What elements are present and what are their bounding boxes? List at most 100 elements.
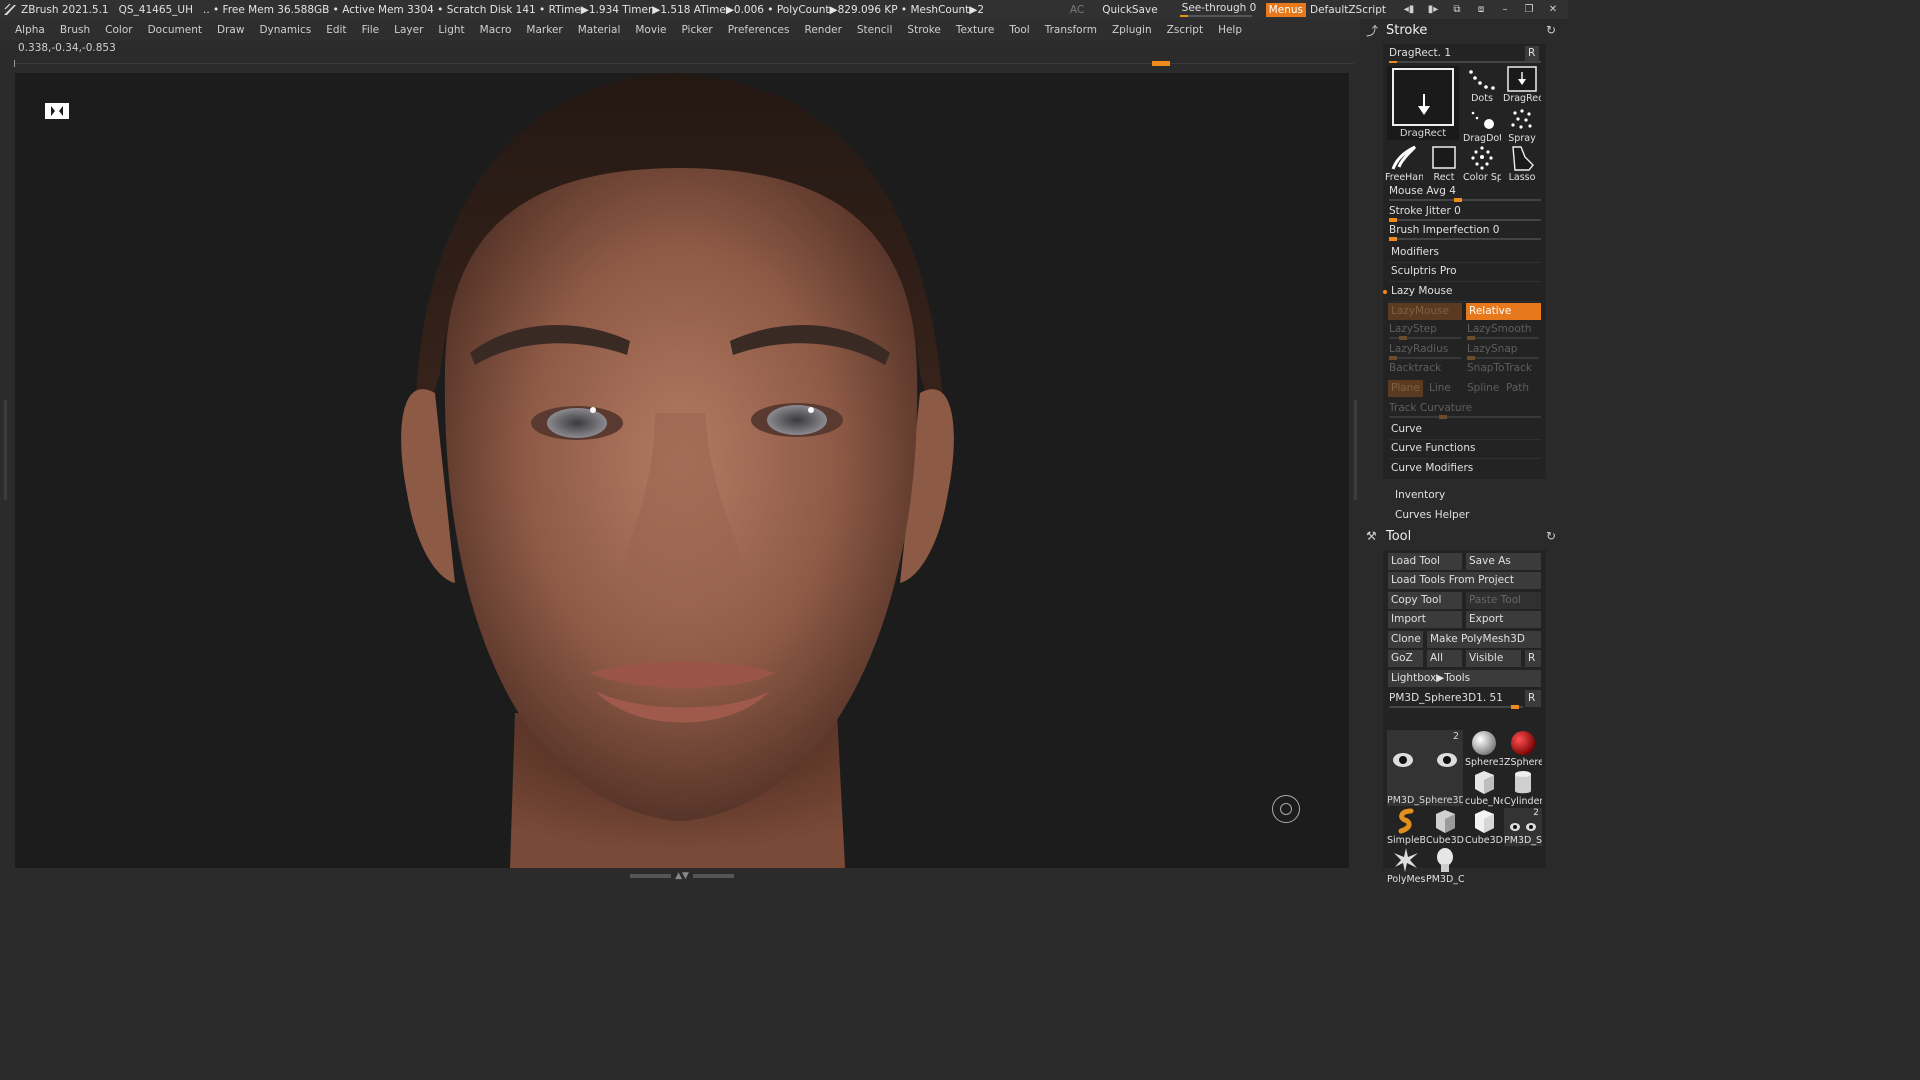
lazyradius-slider[interactable]: LazyRadius <box>1389 341 1461 360</box>
menu-alpha[interactable]: Alpha <box>15 24 45 36</box>
tool-thumb-cube-ne[interactable]: cube_Ne <box>1465 769 1503 807</box>
lazystep-slider[interactable]: LazyStep <box>1389 321 1461 340</box>
ac-toggle[interactable]: AC <box>1070 4 1084 16</box>
path-toggle[interactable]: Path <box>1506 382 1529 394</box>
window-layout-icon[interactable]: ⧉ <box>1448 3 1466 17</box>
lazysnap-slider[interactable]: LazySnap <box>1467 341 1539 360</box>
curve-section[interactable]: Curve <box>1389 421 1541 440</box>
load-tools-from-project-button[interactable]: Load Tools From Project <box>1388 572 1541 589</box>
close-icon[interactable]: ✕ <box>1544 3 1562 17</box>
menu-document[interactable]: Document <box>148 24 202 36</box>
backtrack-toggle[interactable]: Backtrack <box>1389 362 1441 374</box>
stroke-r-button[interactable]: R <box>1525 46 1539 61</box>
menu-file[interactable]: File <box>362 24 380 36</box>
document-canvas[interactable] <box>15 73 1349 868</box>
tool-palette-header[interactable]: ⚒ Tool ↻ <box>1360 525 1568 547</box>
left-tray-handle[interactable] <box>2 400 8 500</box>
paste-tool-button[interactable]: Paste Tool <box>1466 592 1541 609</box>
current-tool-slider[interactable]: PM3D_Sphere3D1. 51 <box>1389 690 1523 709</box>
inventory-palette[interactable]: Inventory <box>1395 489 1445 501</box>
plane-toggle[interactable]: Plane <box>1388 380 1423 397</box>
copy-tool-button[interactable]: Copy Tool <box>1388 592 1462 609</box>
menu-tool[interactable]: Tool <box>1009 24 1029 36</box>
stroke-jitter-slider[interactable]: Stroke Jitter 0 <box>1389 203 1541 222</box>
menu-marker[interactable]: Marker <box>526 24 562 36</box>
line-toggle[interactable]: Line <box>1429 382 1451 394</box>
current-stroke-preview[interactable]: DragRect <box>1387 66 1459 140</box>
stroke-spray[interactable]: Spray <box>1503 106 1541 144</box>
tool-thumb-zsphere[interactable]: ZSphere <box>1504 730 1542 768</box>
tool-thumb-pm3d-c[interactable]: PM3D_C <box>1426 847 1464 885</box>
menu-brush[interactable]: Brush <box>60 24 90 36</box>
menu-dynamics[interactable]: Dynamics <box>259 24 311 36</box>
menu-material[interactable]: Material <box>578 24 621 36</box>
menu-preferences[interactable]: Preferences <box>728 24 790 36</box>
menu-zscript[interactable]: Zscript <box>1167 24 1203 36</box>
goz-button[interactable]: GoZ <box>1388 650 1423 667</box>
menu-help[interactable]: Help <box>1218 24 1242 36</box>
stroke-dragdot[interactable]: DragDot <box>1463 106 1501 144</box>
quicksave-button[interactable]: QuickSave <box>1102 4 1157 16</box>
menu-transform[interactable]: Transform <box>1045 24 1097 36</box>
stroke-rect[interactable]: Rect <box>1425 145 1463 183</box>
tool-thumb-simplebrush[interactable]: SimpleBrush <box>1387 808 1425 846</box>
lazysmooth-slider[interactable]: LazySmooth <box>1467 321 1539 340</box>
lightbox-tools-button[interactable]: Lightbox▶Tools <box>1388 670 1541 687</box>
curve-functions-section[interactable]: Curve Functions <box>1389 440 1541 459</box>
track-curvature-slider[interactable]: Track Curvature <box>1389 400 1541 419</box>
bottom-tray-handle[interactable]: ▲▼ <box>630 871 734 881</box>
curves-helper-palette[interactable]: Curves Helper <box>1395 509 1470 521</box>
tool-thumb-cube3d[interactable]: Cube3D <box>1426 808 1464 846</box>
reset-icon[interactable]: ↻ <box>1546 23 1556 37</box>
goz-all-button[interactable]: All <box>1427 650 1462 667</box>
mouse-avg-slider[interactable]: Mouse Avg 4 <box>1389 183 1541 202</box>
stroke-lasso[interactable]: Lasso <box>1503 145 1541 183</box>
make-polymesh3d-button[interactable]: Make PolyMesh3D <box>1427 631 1541 648</box>
tool-thumb-polymesh3d[interactable]: PolyMesh3D <box>1387 847 1425 885</box>
see-through-slider[interactable]: See-through 0 <box>1178 2 1256 17</box>
tool-r-button[interactable]: R <box>1525 690 1541 707</box>
modifiers-section[interactable]: Modifiers <box>1389 244 1541 263</box>
top-shelf-strip[interactable] <box>14 60 1354 68</box>
clone-button[interactable]: Clone <box>1388 631 1423 648</box>
window-swap-icon[interactable]: ⧈ <box>1472 3 1490 17</box>
goz-r-button[interactable]: R <box>1525 650 1541 667</box>
lazymouse-toggle[interactable]: LazyMouse <box>1388 303 1462 320</box>
stroke-freehand[interactable]: FreeHand <box>1385 145 1423 183</box>
menu-texture[interactable]: Texture <box>956 24 994 36</box>
menu-draw[interactable]: Draw <box>217 24 244 36</box>
tool-thumb-cube3d-2[interactable]: Cube3D <box>1465 808 1503 846</box>
curve-modifiers-section[interactable]: Curve Modifiers <box>1389 460 1541 479</box>
export-button[interactable]: Export <box>1466 611 1541 628</box>
stroke-palette-header[interactable]: ⤴ Stroke ↻ <box>1360 19 1568 41</box>
stroke-color-spray[interactable]: Color Spray <box>1463 145 1501 183</box>
menu-color[interactable]: Color <box>105 24 132 36</box>
reset-icon[interactable]: ↻ <box>1546 529 1556 543</box>
restore-icon[interactable]: ❐ <box>1520 3 1538 17</box>
stroke-dots[interactable]: Dots <box>1463 66 1501 104</box>
menu-macro[interactable]: Macro <box>480 24 512 36</box>
minimize-icon[interactable]: – <box>1496 3 1514 17</box>
spline-toggle[interactable]: Spline <box>1467 382 1499 394</box>
layout-right-icon[interactable]: ▮▸ <box>1424 3 1442 17</box>
relative-toggle[interactable]: Relative <box>1466 303 1541 320</box>
menu-movie[interactable]: Movie <box>635 24 666 36</box>
menu-picker[interactable]: Picker <box>681 24 712 36</box>
tool-thumb-pm3d-s[interactable]: 2 PM3D_S <box>1504 808 1542 846</box>
current-tool-thumbnail[interactable]: 2 PM3D_Sphere3D1 <box>1387 730 1463 806</box>
save-as-button[interactable]: Save As <box>1466 553 1541 570</box>
menu-zplugin[interactable]: Zplugin <box>1112 24 1152 36</box>
menu-edit[interactable]: Edit <box>326 24 346 36</box>
menu-render[interactable]: Render <box>805 24 842 36</box>
perspective-toggle-icon[interactable] <box>43 101 71 121</box>
menu-stroke[interactable]: Stroke <box>907 24 940 36</box>
load-tool-button[interactable]: Load Tool <box>1388 553 1462 570</box>
menu-light[interactable]: Light <box>438 24 464 36</box>
tool-thumb-cylinder3d[interactable]: Cylinder3D <box>1504 769 1542 807</box>
menu-stencil[interactable]: Stencil <box>857 24 893 36</box>
stroke-dragrect[interactable]: DragRect <box>1503 66 1541 104</box>
lazy-mouse-section[interactable]: Lazy Mouse <box>1383 283 1541 302</box>
dragrect-slider[interactable]: DragRect. 1 <box>1389 45 1541 64</box>
sculptris-pro-section[interactable]: Sculptris Pro <box>1389 263 1541 282</box>
menu-layer[interactable]: Layer <box>394 24 423 36</box>
